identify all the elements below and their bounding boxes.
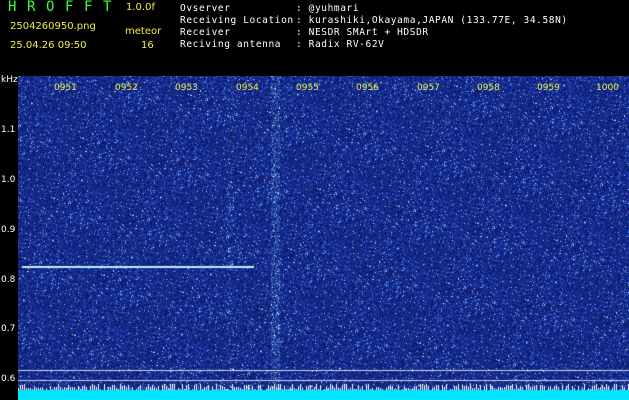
y-tick-label: 0.7 [1, 324, 16, 334]
header-panel: H R O F F T 1.0.0f 2504260950.png meteor… [0, 0, 629, 76]
info-value-location: : kurashiki,Okayama,JAPAN (133.77E, 34.5… [296, 15, 568, 26]
info-value-antenna: : Radix RV-62V [296, 39, 385, 50]
time-label: 0956 [356, 83, 379, 93]
y-tick-label: 1.1 [1, 125, 16, 135]
spectrogram [18, 76, 629, 400]
y-tick-label: 1.0 [1, 175, 16, 185]
meteor-count: 16 [141, 40, 154, 51]
y-axis-unit: kHz [1, 75, 18, 85]
title-letter: F [84, 0, 93, 15]
title-letter: T [103, 0, 112, 15]
info-label-receiver: Receiver [180, 27, 231, 38]
info-value-receiver: : NESDR SMArt + HDSDR [296, 27, 429, 38]
meteor-label: meteor [125, 26, 162, 37]
datetime-text: 25.04.26 09:50 [10, 40, 87, 51]
title-letter: R [27, 0, 36, 15]
y-tick-label: 0.9 [1, 225, 16, 235]
time-label: 0953 [175, 83, 198, 93]
time-label: 0954 [236, 83, 259, 93]
y-tick-label: 0.8 [1, 275, 16, 285]
time-label: 0951 [54, 83, 77, 93]
time-label: 0957 [417, 83, 440, 93]
y-tick-label: 0.6 [1, 374, 16, 384]
info-label-antenna: Reciving antenna [180, 39, 282, 50]
title-letter: F [65, 0, 74, 15]
time-label: 0952 [115, 83, 138, 93]
title-letter: H [8, 0, 17, 15]
time-label: 0958 [477, 83, 500, 93]
filename-text: 2504260950.png [10, 21, 96, 32]
time-label: 0959 [537, 83, 560, 93]
time-label: 1000 [596, 83, 619, 93]
version-text: 1.0.0f [126, 2, 155, 13]
info-value-observer: : @yuhmari [296, 3, 360, 14]
title-letter: O [46, 0, 55, 15]
info-label-observer: Ovserver [180, 3, 231, 14]
time-label: 0955 [296, 83, 319, 93]
info-label-location: Receiving Location [180, 15, 294, 26]
